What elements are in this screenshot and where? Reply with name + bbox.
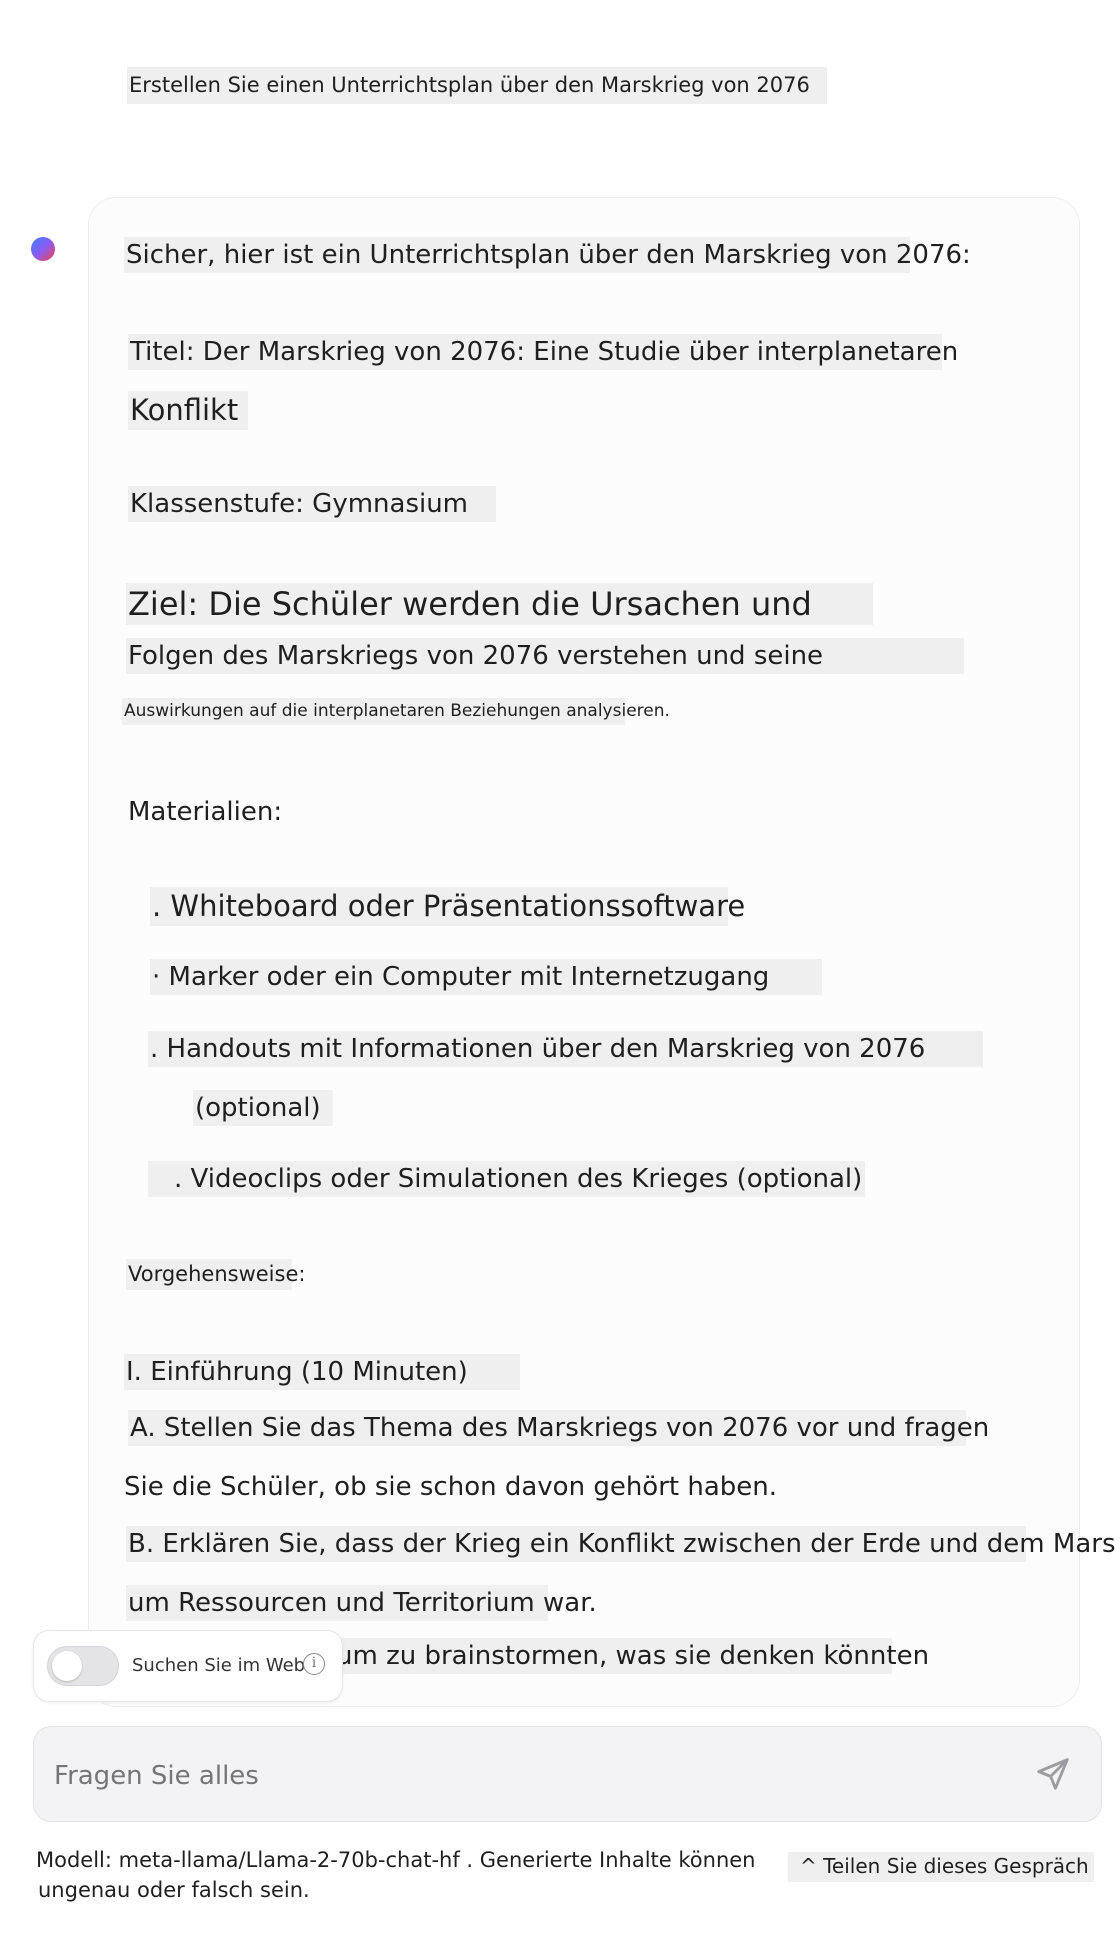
- lesson-title-continued: Konflikt: [128, 391, 248, 430]
- user-message: Erstellen Sie einen Unterrichtsplan über…: [127, 67, 827, 104]
- material-item-continued: (optional): [193, 1090, 333, 1126]
- procedure-step-partial: um zu brainstormen, was sie denken könnt…: [334, 1638, 929, 1674]
- chat-input-bar: [33, 1726, 1102, 1822]
- model-disclaimer: Modell: meta-llama/Llama-2-70b-chat-hf .…: [36, 1848, 756, 1872]
- assistant-intro: Sicher, hier ist ein Unterrichtsplan übe…: [124, 237, 971, 273]
- procedure-step: A. Stellen Sie das Thema des Marskriegs …: [128, 1410, 989, 1446]
- lesson-title: Titel: Der Marskrieg von 2076: Eine Stud…: [128, 334, 958, 370]
- procedure-step-continued: um Ressourcen und Territorium war.: [126, 1585, 597, 1621]
- procedure-step-continued: Sie die Schüler, ob sie schon davon gehö…: [124, 1472, 778, 1502]
- web-search-toggle-box: Suchen Sie im Web i: [33, 1630, 343, 1702]
- web-search-toggle[interactable]: [47, 1646, 119, 1686]
- material-item: . Whiteboard oder Präsentationssoftware: [150, 887, 745, 926]
- info-icon[interactable]: i: [303, 1653, 325, 1675]
- procedure-step: B. Erklären Sie, dass der Krieg ein Konf…: [126, 1526, 1116, 1562]
- send-icon[interactable]: [1034, 1755, 1072, 1793]
- model-disclaimer-continued: ungenau oder falsch sein.: [38, 1878, 310, 1902]
- material-item: . Handouts mit Informationen über den Ma…: [148, 1031, 983, 1067]
- material-item: · Marker oder ein Computer mit Internetz…: [150, 959, 822, 995]
- material-item: . Videoclips oder Simulationen des Krieg…: [148, 1161, 865, 1197]
- web-search-label: Suchen Sie im Web: [132, 1655, 306, 1676]
- procedure-heading: Vorgehensweise:: [126, 1259, 305, 1290]
- toggle-knob: [52, 1651, 82, 1681]
- grade-level: Klassenstufe: Gymnasium: [128, 486, 496, 522]
- assistant-avatar-icon: [31, 237, 55, 261]
- lesson-goal-continued: Folgen des Marskriegs von 2076 verstehen…: [126, 638, 964, 674]
- lesson-goal: Ziel: Die Schüler werden die Ursachen un…: [126, 583, 873, 625]
- section-heading: I. Einführung (10 Minuten): [124, 1354, 520, 1390]
- chat-input[interactable]: [54, 1761, 954, 1791]
- lesson-goal-end: Auswirkungen auf die interplanetaren Bez…: [122, 698, 670, 725]
- materials-heading: Materialien:: [128, 797, 283, 827]
- share-conversation-button[interactable]: ^ Teilen Sie dieses Gespräch: [788, 1852, 1094, 1882]
